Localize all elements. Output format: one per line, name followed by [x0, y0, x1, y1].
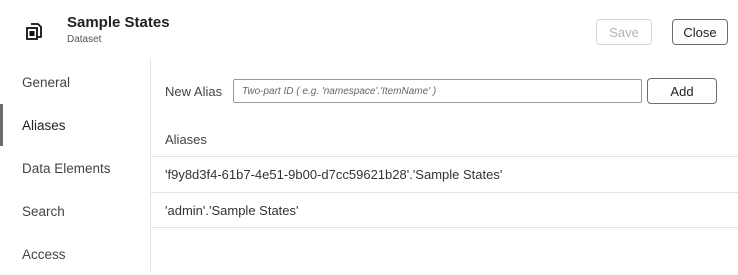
sidebar-item-general[interactable]: General — [0, 61, 150, 103]
alias-row: 'admin'.'Sample States' — [151, 192, 738, 228]
sidebar-item-access[interactable]: Access — [0, 233, 150, 275]
sidebar: General Aliases Data Elements Search Acc… — [0, 59, 151, 271]
sidebar-item-search[interactable]: Search — [0, 190, 150, 232]
page-subtitle: Dataset — [67, 34, 102, 45]
alias-row: 'f9y8d3f4-61b7-4e51-9b00-d7cc59621b28'.'… — [151, 156, 738, 192]
sidebar-item-aliases[interactable]: Aliases — [0, 104, 150, 146]
save-button[interactable]: Save — [596, 19, 652, 45]
new-alias-label: New Alias — [165, 84, 223, 99]
add-alias-button[interactable]: Add — [647, 78, 717, 104]
aliases-heading: Aliases — [165, 132, 207, 147]
alias-list: 'f9y8d3f4-61b7-4e51-9b00-d7cc59621b28'.'… — [151, 156, 738, 228]
aliases-panel: New Alias Add Aliases 'f9y8d3f4-61b7-4e5… — [151, 59, 738, 271]
sidebar-item-data-elements[interactable]: Data Elements — [0, 147, 150, 189]
dataset-icon — [24, 21, 44, 41]
page-title: Sample States — [67, 14, 170, 31]
close-button[interactable]: Close — [672, 19, 728, 45]
header: Sample States Dataset Save Close — [0, 0, 738, 59]
new-alias-input[interactable] — [233, 79, 642, 103]
